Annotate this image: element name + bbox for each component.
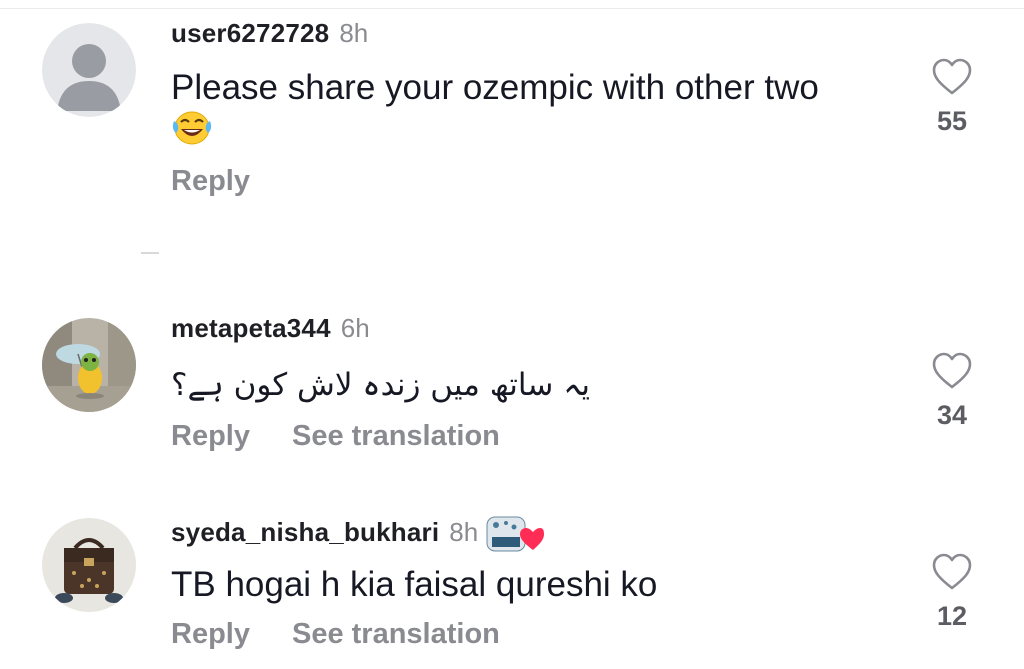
handbag-avatar-icon: [42, 518, 136, 612]
avatar[interactable]: [42, 518, 136, 612]
comment-actions: Reply See translation: [171, 618, 500, 651]
comment-text: TB hogai h kia faisal qureshi ko: [171, 563, 851, 606]
profile-badge-icon: [486, 515, 545, 553]
comment-text-content: TB hogai h kia faisal qureshi ko: [171, 565, 658, 604]
like-count: 12: [936, 601, 968, 631]
comment-item: syeda_nisha_bukhari 8h TB hogai h kia fa…: [0, 0, 1024, 669]
timestamp: 8h: [449, 517, 479, 547]
comment-meta: syeda_nisha_bukhari 8h: [171, 513, 545, 553]
reply-button[interactable]: Reply: [171, 618, 250, 651]
heart-outline-icon: [932, 553, 972, 590]
username[interactable]: syeda_nisha_bukhari: [171, 517, 439, 547]
see-translation-button[interactable]: See translation: [292, 618, 500, 651]
like-button[interactable]: 12: [922, 553, 982, 632]
